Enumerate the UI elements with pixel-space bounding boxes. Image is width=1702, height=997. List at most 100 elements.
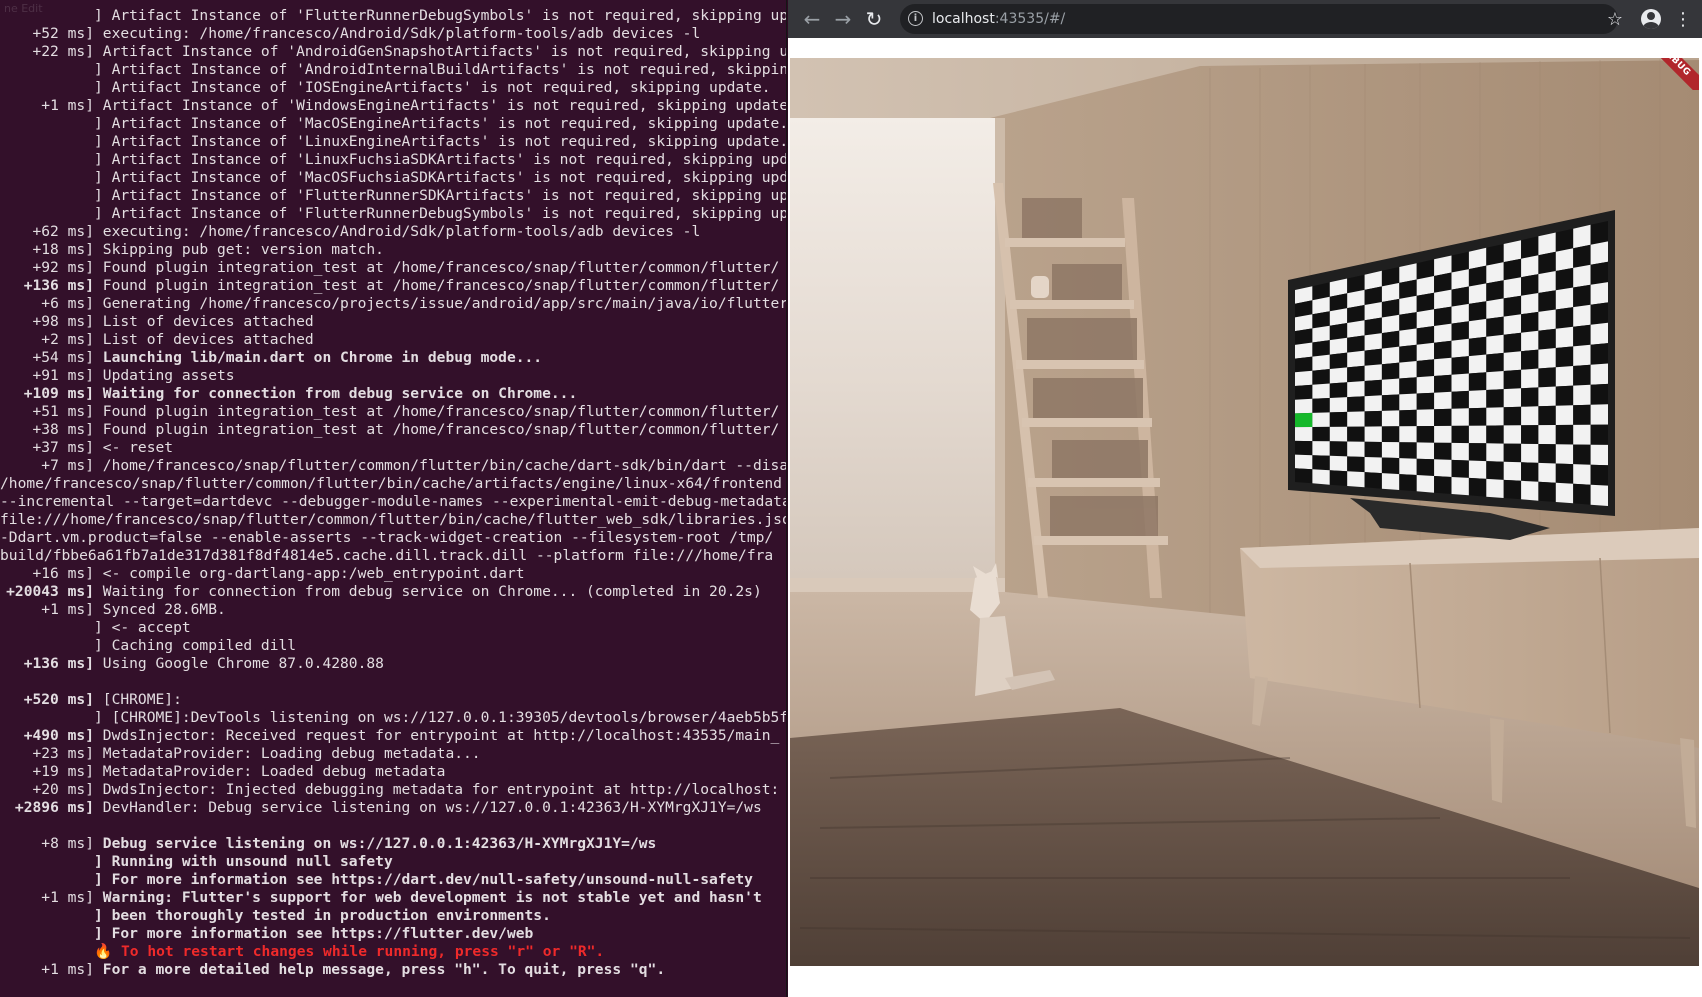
checker-square (1295, 468, 1313, 484)
checker-square (1486, 461, 1504, 480)
terminal-window[interactable]: ne Edit ] Artifact Instance of 'FlutterR… (0, 0, 787, 997)
bookmark-star-icon[interactable]: ☆ (1601, 5, 1629, 33)
checker-square (1381, 457, 1400, 475)
window-divider (786, 0, 787, 997)
checker-square (1329, 441, 1348, 457)
checker-square (1451, 373, 1469, 392)
checker-square (1434, 289, 1452, 310)
checker-square (1416, 426, 1435, 443)
url-host: localhost (932, 11, 995, 27)
terminal-timestamp: +91 ms] (32, 367, 94, 384)
terminal-line: +2 ms] List of devices attached (0, 331, 787, 349)
checker-square (1590, 282, 1608, 305)
terminal-line: +8 ms] Debug service listening on ws://1… (0, 835, 787, 853)
url-text[interactable]: localhost:43535/#/ (932, 4, 1065, 34)
checker-square (1399, 361, 1417, 379)
checker-square (1521, 387, 1539, 407)
checker-square (1364, 410, 1382, 427)
checker-square (1590, 302, 1608, 325)
terminal-line-text: [CHROME]: (94, 691, 182, 708)
checker-square (1573, 444, 1591, 465)
checker-square (1503, 461, 1522, 481)
reload-icon[interactable]: ↻ (860, 5, 888, 33)
checker-square (1312, 340, 1330, 357)
checker-square (1347, 365, 1365, 383)
checker-square (1573, 304, 1591, 327)
terminal-line-text: Found plugin integration_test at /home/f… (94, 403, 780, 420)
checker-square (1555, 482, 1574, 504)
checker-square (1295, 454, 1313, 470)
terminal-line: +18 ms] Skipping pub get: version match. (0, 241, 787, 259)
checker-square (1416, 392, 1435, 410)
terminal-line: build/fbbe6a61fb7a1de317d381f8df4814e5.c… (0, 547, 787, 565)
checker-square (1434, 306, 1452, 326)
browser-window[interactable]: ← → ↻ i localhost:43535/#/ ☆ ⋮ DEBUG (788, 0, 1702, 997)
checker-square (1451, 459, 1469, 478)
checker-square (1468, 336, 1487, 357)
terminal-line-text: Waiting for connection from debug servic… (94, 385, 578, 402)
checker-square (1538, 425, 1556, 445)
checker-square (1503, 277, 1522, 299)
terminal-timestamp: +7 ms] (41, 457, 94, 474)
checker-square (1434, 425, 1452, 443)
terminal-line-text: ] Artifact Instance of 'MacOSEngineArtif… (94, 115, 787, 132)
checker-square (1538, 481, 1556, 502)
checker-square (1573, 244, 1591, 268)
flutter-app-viewport[interactable]: DEBUG (790, 58, 1699, 966)
checker-square (1538, 290, 1556, 312)
checker-square (1573, 483, 1591, 505)
checker-square (1468, 390, 1487, 409)
checker-square (1434, 459, 1452, 477)
address-bar[interactable]: i localhost:43535/#/ (900, 4, 1618, 34)
checker-square (1573, 264, 1591, 288)
forward-icon[interactable]: → (829, 5, 857, 33)
checker-square (1573, 384, 1591, 406)
checker-square (1312, 441, 1330, 456)
checker-square (1347, 335, 1365, 353)
checker-square (1538, 271, 1556, 293)
checker-square (1347, 350, 1365, 368)
checker-square (1590, 424, 1608, 445)
terminal-line: +52 ms] executing: /home/francesco/Andro… (0, 25, 787, 43)
back-icon[interactable]: ← (798, 5, 826, 33)
checker-square (1295, 427, 1313, 442)
checker-square (1503, 332, 1522, 353)
checker-square (1295, 328, 1313, 345)
checker-square (1312, 426, 1330, 442)
terminal-line-text: DwdsInjector: Injected debugging metadat… (94, 781, 780, 798)
checker-square (1381, 426, 1400, 443)
terminal-timestamp: +51 ms] (32, 403, 94, 420)
terminal-line: ] Artifact Instance of 'MacOSEngineArtif… (0, 115, 787, 133)
menu-kebab-icon[interactable]: ⋮ (1669, 5, 1697, 33)
terminal-line-text: ] Running with unsound null safety (94, 853, 393, 870)
terminal-line: +98 ms] List of devices attached (0, 313, 787, 331)
info-icon[interactable]: i (908, 11, 923, 26)
checker-square (1521, 480, 1539, 501)
terminal-line-text: Debug service listening on ws://127.0.0.… (94, 835, 657, 852)
account-icon[interactable] (1641, 9, 1661, 29)
checker-square (1468, 407, 1487, 426)
terminal-line-text: ] Artifact Instance of 'LinuxEngineArtif… (94, 133, 787, 150)
checker-square (1416, 475, 1435, 493)
checker-square (1347, 441, 1365, 457)
checker-square (1590, 343, 1608, 365)
checker-square (1555, 405, 1574, 425)
terminal-line: ] been thoroughly tested in production e… (0, 907, 787, 925)
checker-square (1364, 302, 1382, 321)
checker-square (1521, 236, 1539, 259)
checker-square (1538, 405, 1556, 426)
checker-square (1312, 369, 1330, 385)
terminal-line-text: <- reset (94, 439, 174, 456)
terminal-line: ] Caching compiled dill (0, 637, 787, 655)
checker-square (1468, 265, 1487, 287)
terminal-line-text: DwdsInjector: Received request for entry… (94, 727, 780, 744)
checker-square (1347, 396, 1365, 412)
checker-square (1486, 316, 1504, 337)
terminal-timestamp: +37 ms] (32, 439, 94, 456)
terminal-line: ] Artifact Instance of 'IOSEngineArtifac… (0, 79, 787, 97)
checker-square (1538, 328, 1556, 350)
terminal-timestamp: +62 ms] (32, 223, 94, 240)
checker-square (1381, 362, 1400, 380)
